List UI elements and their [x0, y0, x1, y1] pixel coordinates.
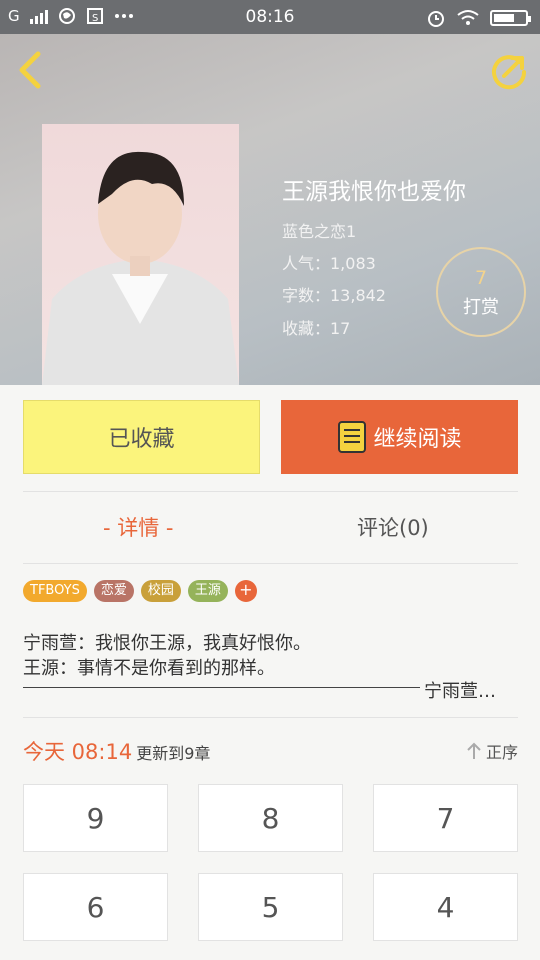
- chapter-button[interactable]: 9: [23, 784, 168, 852]
- chapter-button[interactable]: 4: [373, 873, 518, 941]
- tag-item[interactable]: 王源: [187, 580, 228, 602]
- tab-comments[interactable]: 评论(0): [357, 512, 429, 542]
- description-line: 宁雨萱：我恨你王源，我真好恨你。: [23, 633, 311, 654]
- add-tag-button[interactable]: +: [234, 580, 257, 602]
- share-icon[interactable]: [490, 50, 530, 90]
- book-header: 王源我恨你也爱你 蓝色之恋1 人气：1,083 字数：13,842 收藏：17 …: [0, 34, 540, 385]
- sort-label: 正序: [485, 743, 518, 762]
- reward-label: 打赏: [463, 297, 499, 318]
- status-right: [426, 8, 531, 28]
- description-line: 宁雨萱…: [424, 681, 496, 702]
- book-favorites: 收藏：17: [282, 319, 351, 338]
- status-bar: G S 08:16: [0, 0, 540, 34]
- description-line: 王源：事情不是你看到的那样。: [23, 658, 275, 679]
- tab-detail[interactable]: - 详情 -: [103, 512, 174, 542]
- battery-icon: [490, 10, 531, 26]
- chapter-button[interactable]: 5: [198, 873, 343, 941]
- description-rule: [23, 687, 420, 688]
- update-info: 今天 08:14 更新到9章: [23, 736, 210, 766]
- update-time: 今天 08:14: [23, 740, 133, 764]
- sort-button[interactable]: 正序: [466, 739, 518, 763]
- chapter-button[interactable]: 7: [373, 784, 518, 852]
- arrow-up-icon: [467, 742, 481, 759]
- continue-reading-button[interactable]: 继续阅读: [281, 400, 518, 474]
- reward-count: 7: [474, 267, 488, 289]
- book-word-count: 字数：13,842: [282, 286, 386, 305]
- divider: [23, 563, 518, 564]
- reward-button[interactable]: 7 打赏: [436, 247, 526, 337]
- continue-reading-label: 继续阅读: [373, 427, 462, 452]
- wifi-icon: [457, 10, 479, 25]
- tag-item[interactable]: TFBOYS: [23, 580, 87, 602]
- divider: [23, 491, 518, 492]
- back-icon[interactable]: [14, 50, 46, 90]
- cover-portrait: [42, 151, 239, 385]
- tag-item[interactable]: 恋爱: [93, 580, 134, 602]
- book-author[interactable]: 蓝色之恋1: [282, 218, 356, 242]
- book-title: 王源我恨你也爱你: [282, 179, 466, 205]
- favorite-button[interactable]: 已收藏: [23, 400, 260, 474]
- chapter-button[interactable]: 6: [23, 873, 168, 941]
- favorite-button-label: 已收藏: [108, 427, 175, 452]
- book-cover[interactable]: [42, 124, 239, 385]
- tag-item[interactable]: 校园: [140, 580, 181, 602]
- alarm-icon: [428, 11, 444, 27]
- book-popularity: 人气：1,083: [282, 254, 376, 273]
- book-icon: [338, 421, 367, 453]
- divider: [23, 717, 518, 718]
- chapter-button[interactable]: 8: [198, 784, 343, 852]
- tag-list: TFBOYS 恋爱 校园 王源 +: [23, 580, 257, 602]
- update-chapter-info: 更新到9章: [136, 744, 211, 763]
